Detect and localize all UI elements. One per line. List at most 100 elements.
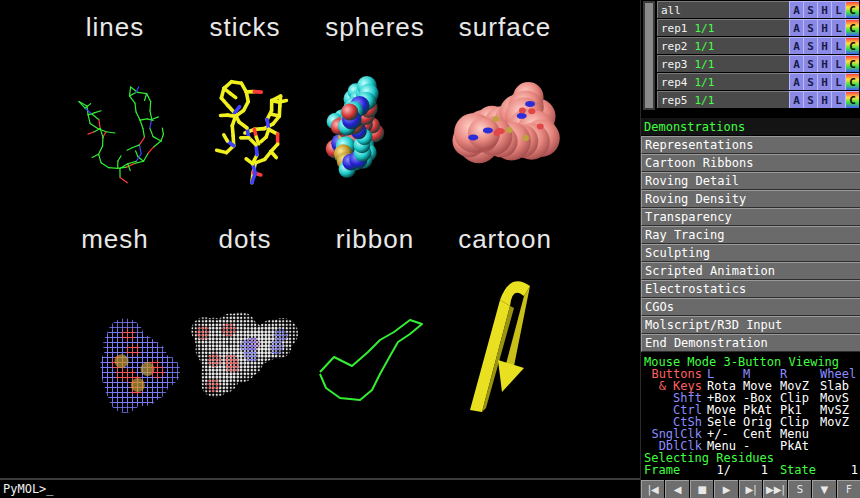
representation-panel: sticks [180,10,310,222]
mouse-header-row: ButtonsLMRWheel [644,368,858,380]
object-action-button[interactable]: H [817,91,831,108]
mouse-binding-row: CtShSeleOrigClipMovZ [644,416,858,428]
representation-panel: lines [50,10,180,222]
representation-panel: surface [440,10,570,222]
mouse-mode-title[interactable]: Mouse Mode 3-Button Viewing [644,356,858,368]
object-row: rep31/1ASHLC [657,55,859,73]
mouse-binding-row: & KeysRotaMoveMovZSlab [644,380,858,392]
object-action-button[interactable]: C [845,19,859,36]
object-name[interactable]: rep51/1 [657,91,789,108]
menu-title: Demonstrations [641,118,860,136]
movie-control-button[interactable]: ▶▶| [763,480,786,498]
object-name[interactable]: rep21/1 [657,37,789,54]
object-action-button[interactable]: A [789,91,803,108]
scrollbar[interactable] [643,1,655,110]
object-row: rep21/1ASHLC [657,37,859,55]
movie-control-button[interactable]: ■ [690,480,713,498]
scrollbar-thumb[interactable] [645,3,653,108]
pymol-window: linessticks spheres surface mesh dots ribbonc… [0,0,860,498]
object-action-button[interactable]: C [845,55,859,72]
object-action-button[interactable]: A [789,37,803,54]
object-row: rep51/1ASHLC [657,91,859,109]
frame-status: Frame1/1State1 [644,464,858,476]
selecting-mode[interactable]: Selecting Residues [644,452,858,464]
representation-panel: cartoon [440,222,570,434]
object-action-button[interactable]: H [817,37,831,54]
surface-molecule-icon [440,48,570,218]
movie-control-button[interactable]: ▼ [812,480,835,498]
object-action-button[interactable]: A [789,73,803,90]
mouse-binding-row: SnglClk+/-CentMenu [644,428,858,440]
menu-item[interactable]: Ray Tracing [641,226,860,244]
command-line[interactable]: PyMOL>_ [0,478,640,498]
object-action-button[interactable]: H [817,55,831,72]
object-action-button[interactable]: L [831,73,845,90]
object-action-button[interactable]: C [845,73,859,90]
object-action-button[interactable]: H [817,19,831,36]
object-action-button[interactable]: S [803,37,817,54]
menu-item[interactable]: Cartoon Ribbons [641,154,860,172]
cartoon-molecule-icon [440,260,570,430]
object-action-button[interactable]: L [831,91,845,108]
object-action-button[interactable]: L [831,37,845,54]
object-name[interactable]: rep11/1 [657,19,789,36]
movie-control-button[interactable]: F [837,480,860,498]
object-action-button[interactable]: L [831,1,845,18]
right-panel: allASHLCrep11/1ASHLCrep21/1ASHLCrep31/1A… [641,0,860,480]
representation-label: spheres [325,10,425,48]
object-action-button[interactable]: L [831,55,845,72]
object-action-button[interactable]: S [803,73,817,90]
movie-control-button[interactable]: ▶| [739,480,762,498]
viewport[interactable]: linessticks spheres surface mesh dots ribbonc… [0,0,640,478]
object-action-button[interactable]: A [789,1,803,18]
object-action-button[interactable]: H [817,1,831,18]
menu-item[interactable]: Electrostatics [641,280,860,298]
object-action-button[interactable]: S [803,1,817,18]
menu-item[interactable]: CGOs [641,298,860,316]
left-column: linessticks spheres surface mesh dots ribbonc… [0,0,640,498]
object-name[interactable]: all [657,1,789,18]
menu-item[interactable]: Representations [641,136,860,154]
representation-label: dots [218,222,271,260]
menu-item[interactable]: Transparency [641,208,860,226]
menu-item[interactable]: Molscript/R3D Input [641,316,860,334]
representation-panel: dots [180,222,310,434]
menu-item[interactable]: Scripted Animation [641,262,860,280]
movie-control-button[interactable]: ▶ [714,480,737,498]
object-name[interactable]: rep41/1 [657,73,789,90]
menu-item[interactable]: End Demonstration [641,334,860,352]
menu-item[interactable]: Sculpting [641,244,860,262]
representation-label: ribbon [336,222,414,260]
representation-label: surface [459,10,551,48]
mouse-binding-row: Shft+Box-BoxClipMovS [644,392,858,404]
movie-controls: |◀◀■▶▶|▶▶|S▼F [641,480,860,498]
object-action-button[interactable]: H [817,73,831,90]
object-row: allASHLC [657,1,859,19]
object-list: allASHLCrep11/1ASHLCrep21/1ASHLCrep31/1A… [641,0,860,110]
menu-item[interactable]: Roving Density [641,190,860,208]
movie-control-button[interactable]: |◀ [641,480,664,498]
demo-menu: DemonstrationsRepresentationsCartoon Rib… [641,118,860,352]
dots-molecule-icon [180,260,310,430]
object-state: 1/1 [695,22,715,35]
object-action-button[interactable]: C [845,37,859,54]
object-action-button[interactable]: A [789,55,803,72]
object-action-button[interactable]: C [845,1,859,18]
wire-molecule-icon [50,48,180,218]
object-action-button[interactable]: L [831,19,845,36]
representation-label: mesh [81,222,149,260]
object-row: rep11/1ASHLC [657,19,859,37]
object-name[interactable]: rep31/1 [657,55,789,72]
menu-item[interactable]: Roving Detail [641,172,860,190]
sphere-molecule-icon [310,48,440,218]
movie-control-button[interactable]: S [788,480,811,498]
movie-control-button[interactable]: ◀ [665,480,688,498]
mouse-mode-info: Mouse Mode 3-Button ViewingButtonsLMRWhe… [641,352,860,476]
mesh-molecule-icon [50,260,180,430]
object-action-button[interactable]: S [803,91,817,108]
object-action-button[interactable]: A [789,19,803,36]
object-action-button[interactable]: C [845,91,859,108]
object-action-button[interactable]: S [803,19,817,36]
object-action-button[interactable]: S [803,55,817,72]
object-row: rep41/1ASHLC [657,73,859,91]
